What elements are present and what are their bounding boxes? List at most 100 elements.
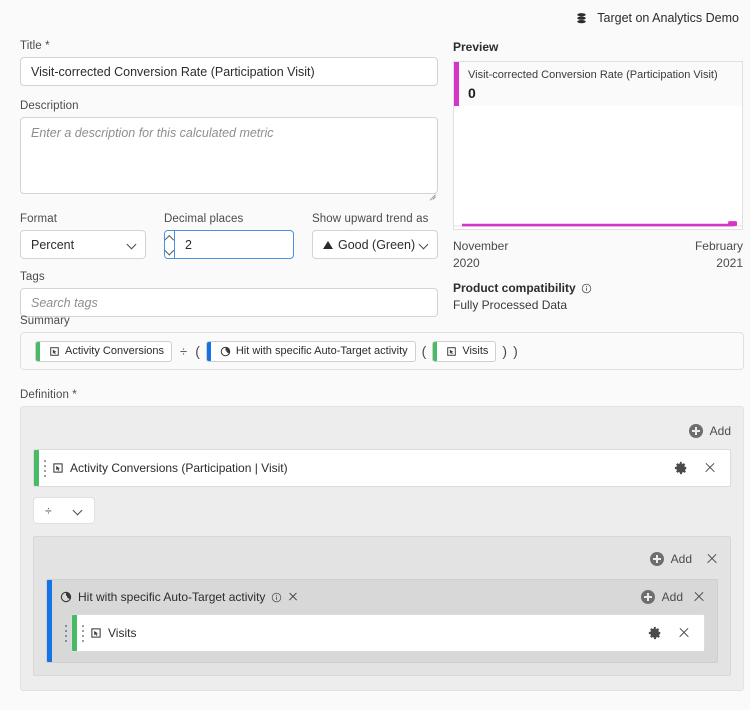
segment-metric-wrap: Visits	[60, 614, 705, 652]
plus-circle-icon	[688, 424, 703, 438]
product-compatibility-value: Fully Processed Data	[453, 298, 568, 312]
preview-metric-value: 0	[468, 85, 476, 101]
stepper-decrement-button[interactable]	[165, 245, 174, 259]
title-label: Title *	[20, 40, 50, 52]
preview-start-month: November	[453, 239, 509, 253]
format-select[interactable]: Percent	[20, 230, 146, 259]
segment-title[interactable]: Hit with specific Auto-Target activity	[60, 590, 298, 604]
metric-icon	[49, 346, 60, 357]
title-input[interactable]	[20, 57, 438, 86]
metric-icon	[446, 346, 457, 357]
drag-handle[interactable]	[60, 614, 71, 652]
preview-date-range: November 2020 February 2021	[453, 238, 743, 272]
segment-icon	[60, 591, 72, 603]
format-label: Format	[20, 213, 58, 225]
definition-label: Definition *	[20, 389, 77, 401]
chip-label: Visits	[462, 345, 489, 357]
chip-label: Hit with specific Auto-Target activity	[235, 345, 408, 357]
preview-card: Visit-corrected Conversion Rate (Partici…	[453, 61, 743, 230]
chip-accent-bar	[36, 341, 40, 361]
metric-row-label: Activity Conversions (Participation | Vi…	[70, 461, 288, 475]
nested-container-toolbar: Add	[46, 545, 718, 573]
plus-circle-icon	[649, 552, 664, 566]
decimal-places-stepper[interactable]	[164, 230, 294, 259]
tags-input[interactable]	[20, 288, 438, 317]
format-value: Percent	[31, 237, 75, 252]
segment-container-close-icon[interactable]	[693, 591, 705, 603]
gear-icon[interactable]	[674, 461, 688, 475]
chip-accent-bar	[206, 341, 211, 361]
operator-symbol: ÷	[45, 503, 52, 518]
product-compatibility-label: Product compatibility	[453, 281, 576, 295]
report-suite-selector[interactable]: Target on Analytics Demo	[575, 11, 739, 25]
definition-metric-row[interactable]: Visits	[71, 614, 705, 652]
segment-label: Hit with specific Auto-Target activity	[78, 590, 266, 604]
preview-start-year: 2020	[453, 256, 480, 270]
chevron-down-icon	[128, 240, 137, 249]
summary-operator: ÷	[180, 343, 188, 359]
segment-header: Hit with specific Auto-Target activity A…	[52, 580, 717, 614]
segment-icon	[220, 346, 231, 357]
info-icon[interactable]	[271, 592, 282, 603]
tags-label: Tags	[20, 271, 45, 283]
add-label: Add	[709, 424, 731, 438]
summary-paren-open-1: (	[195, 343, 200, 359]
chip-accent-bar	[433, 341, 438, 361]
summary-chip-metric-visits[interactable]: Visits	[432, 340, 497, 362]
gear-icon[interactable]	[648, 626, 662, 640]
chip-label: Activity Conversions	[65, 345, 165, 357]
summary-label: Summary	[20, 315, 70, 327]
metric-icon	[52, 462, 64, 474]
metric-row-content: Visits	[88, 626, 648, 640]
chevron-down-icon	[74, 506, 83, 515]
preview-title: Preview	[453, 40, 499, 54]
summary-expression: Activity Conversions ÷ ( Hit with specif…	[20, 332, 744, 370]
close-icon[interactable]	[678, 627, 690, 639]
definition-section: Definition * Add Activity Conversions (P…	[20, 389, 744, 691]
stepper-increment-button[interactable]	[165, 231, 174, 245]
upward-trend-label: Show upward trend as	[312, 213, 429, 225]
definition-metric-row[interactable]: Activity Conversions (Participation | Vi…	[33, 449, 731, 487]
drag-handle[interactable]	[77, 615, 88, 651]
summary-paren-close-1: )	[502, 343, 508, 359]
nested-container-close-icon[interactable]	[706, 553, 718, 565]
metric-row-content: Activity Conversions (Participation | Vi…	[50, 461, 674, 475]
definition-toolbar: Add	[33, 417, 731, 445]
preview-end-month: February	[694, 239, 743, 253]
summary-paren-close-2: )	[513, 343, 518, 359]
preview-metric-name: Visit-corrected Conversion Rate (Partici…	[468, 69, 718, 81]
segment-container: Hit with specific Auto-Target activity A…	[46, 579, 718, 663]
metric-row-label: Visits	[108, 626, 137, 640]
operator-select[interactable]: ÷	[33, 497, 95, 524]
preview-sparkline-chart	[454, 106, 742, 229]
drag-handle[interactable]	[39, 450, 50, 486]
calculated-metric-builder: Target on Analytics Demo Title * Descrip…	[0, 0, 750, 710]
definition-nested-container: Add Hit with specific Auto-Target activi…	[33, 536, 731, 676]
summary-chip-segment-auto-target[interactable]: Hit with specific Auto-Target activity	[205, 340, 416, 362]
decimal-places-label: Decimal places	[164, 213, 244, 225]
decimal-places-input[interactable]	[175, 231, 293, 258]
preview-end-year: 2021	[716, 256, 743, 270]
chevron-down-icon	[420, 240, 429, 249]
add-label: Add	[661, 590, 683, 604]
definition-add-button[interactable]: Add	[688, 424, 731, 438]
segment-add-button[interactable]: Add	[640, 590, 683, 604]
segment-close-icon[interactable]	[288, 592, 298, 602]
upward-trend-select[interactable]: Good (Green)	[312, 230, 438, 259]
report-suite-label: Target on Analytics Demo	[597, 11, 739, 25]
plus-circle-icon	[640, 590, 655, 604]
metric-icon	[90, 627, 102, 639]
close-icon[interactable]	[704, 462, 716, 474]
metric-form: Title * Description Format Percent Decim…	[20, 40, 438, 317]
triangle-up-icon	[323, 240, 333, 249]
info-icon[interactable]	[581, 283, 592, 294]
upward-trend-value: Good (Green)	[338, 237, 416, 252]
description-input[interactable]	[20, 117, 438, 194]
chevron-up-icon	[165, 235, 174, 241]
nested-container-add-button[interactable]: Add	[649, 552, 692, 566]
summary-chip-metric-activity-conversions[interactable]: Activity Conversions	[35, 340, 173, 362]
product-compatibility-section: Product compatibility	[453, 281, 743, 295]
data-layers-icon	[575, 12, 588, 25]
summary-section: Summary Activity Conversions ÷ (Hit wit…	[20, 315, 744, 370]
top-bar: Target on Analytics Demo	[0, 0, 750, 36]
